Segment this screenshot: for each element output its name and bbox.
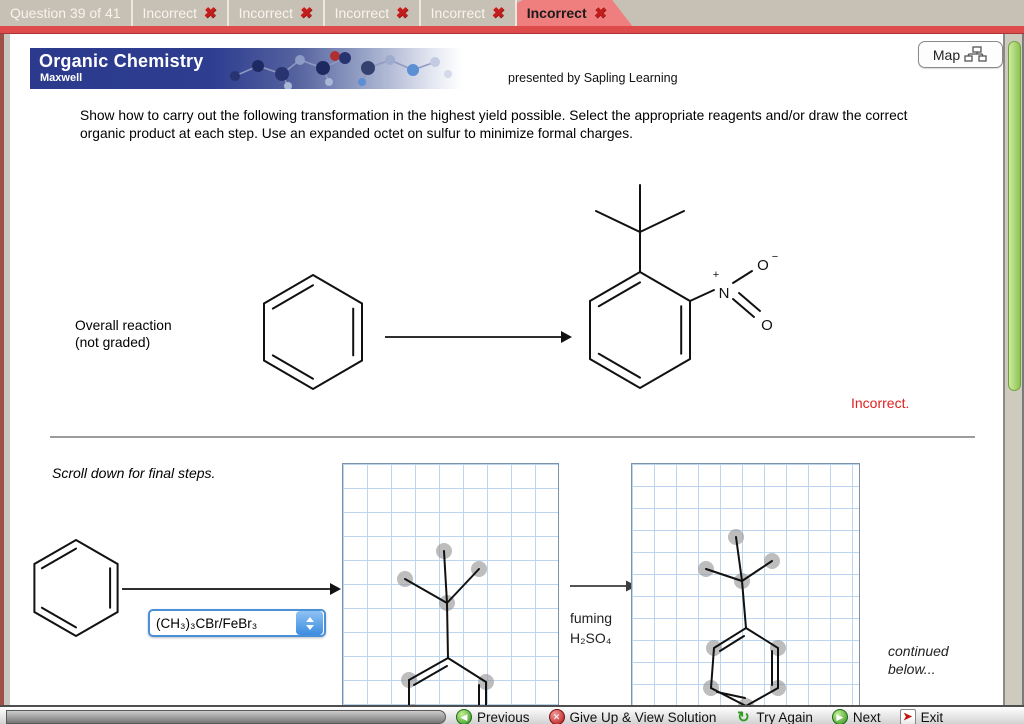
overall-reaction-line1: Overall reaction <box>75 318 172 333</box>
map-button-label: Map <box>932 46 961 63</box>
drawing-canvas-1[interactable] <box>342 463 559 720</box>
continued-below-note: continued below... <box>888 642 949 678</box>
dropdown-spinner-button[interactable] <box>296 611 323 635</box>
section-divider <box>50 436 975 438</box>
oxygen-top-label: O <box>757 257 769 274</box>
previous-label: Previous <box>477 709 530 724</box>
next-label: Next <box>852 709 881 724</box>
sitemap-icon <box>964 46 987 62</box>
reagent-dropdown[interactable]: (CH₃)₃CBr/FeBr₃ <box>148 609 326 637</box>
drawing-canvas-2[interactable] <box>631 463 860 714</box>
tab-label: Incorrect <box>430 5 486 21</box>
fuming-h2so4-label: fuming H₂SO₄ <box>570 608 612 648</box>
give-up-button[interactable]: ✕ Give Up & View Solution <box>548 709 717 724</box>
overall-reaction-line2: (not graded) <box>75 335 151 350</box>
continued-line2: below... <box>888 661 936 677</box>
product-structure: N + O − O <box>589 184 778 390</box>
footer-left-bar <box>6 710 446 724</box>
incorrect-x-icon: ✖ <box>299 4 314 22</box>
reagent-dropdown-value: (CH₃)₃CBr/FeBr₃ <box>156 615 258 631</box>
reaction-arrow <box>385 331 572 343</box>
question-tab-bar: Question 39 of 41 Incorrect ✖ Incorrect … <box>0 0 1024 26</box>
tab-label: Incorrect <box>142 5 197 21</box>
exit-icon: ➤ <box>899 709 916 724</box>
step-arrow-1 <box>122 583 341 595</box>
drawn-molecule-2 <box>698 529 786 714</box>
give-up-label: Give Up & View Solution <box>569 709 717 724</box>
previous-button[interactable]: ◀ Previous <box>456 709 530 724</box>
benzene-step-structure <box>33 538 119 638</box>
course-banner: Organic Chemistry Maxwell <box>30 48 462 89</box>
oxygen-minus-charge: − <box>772 251 778 263</box>
oxygen-bottom-label: O <box>761 317 773 334</box>
try-again-button[interactable]: ↻ Try Again <box>735 709 813 724</box>
course-title: Organic Chemistry <box>39 51 204 71</box>
incorrect-x-icon: ✖ <box>491 4 506 22</box>
fuming-line1: fuming <box>570 610 613 626</box>
next-icon: ▶ <box>831 709 848 724</box>
question-text: Show how to carry out the following tran… <box>80 108 908 141</box>
exit-button[interactable]: ➤ Exit <box>899 709 944 724</box>
try-again-label: Try Again <box>756 709 813 724</box>
tab-incorrect-1[interactable]: Incorrect ✖ <box>133 0 229 26</box>
incorrect-x-icon: ✖ <box>592 4 608 22</box>
tab-label: Incorrect <box>526 5 587 21</box>
continued-line1: continued <box>888 643 949 659</box>
spinner-down-icon <box>305 624 314 630</box>
spinner-up-icon <box>305 616 314 622</box>
drawn-molecule-1 <box>397 543 494 720</box>
tab-label: Incorrect <box>238 5 294 21</box>
scrollbar-thumb[interactable] <box>1008 41 1021 391</box>
course-subtitle: Maxwell <box>40 72 83 84</box>
previous-icon: ◀ <box>456 709 472 724</box>
map-button[interactable]: Map <box>918 41 1003 68</box>
step-arrow-2 <box>570 580 637 592</box>
navigation-bar: ◀ Previous ✕ Give Up & View Solution ↻ T… <box>0 705 1024 724</box>
give-up-icon: ✕ <box>548 709 565 724</box>
tab-bar-red-strip <box>0 26 1024 34</box>
tab-incorrect-2[interactable]: Incorrect ✖ <box>229 0 325 26</box>
presented-by-text: presented by Sapling Learning <box>508 71 678 85</box>
incorrect-x-icon: ✖ <box>395 4 410 22</box>
tab-label: Incorrect <box>334 5 390 21</box>
scroll-down-note: Scroll down for final steps. <box>52 465 216 481</box>
exit-label: Exit <box>920 709 944 724</box>
nitrogen-atom-label: N <box>719 285 730 302</box>
incorrect-x-icon: ✖ <box>203 4 218 22</box>
tab-incorrect-4[interactable]: Incorrect ✖ <box>421 0 517 26</box>
next-button[interactable]: ▶ Next <box>831 709 881 724</box>
nitrogen-plus-charge: + <box>713 269 719 281</box>
tab-incorrect-3[interactable]: Incorrect ✖ <box>325 0 421 26</box>
try-again-icon: ↻ <box>737 708 750 724</box>
overall-reaction-label: Overall reaction (not graded) <box>75 317 172 351</box>
tab-question-number[interactable]: Question 39 of 41 <box>0 0 133 26</box>
question-number-label: Question 39 of 41 <box>10 5 121 21</box>
incorrect-feedback: Incorrect. <box>851 395 910 411</box>
fuming-line2: H₂SO₄ <box>570 630 612 646</box>
benzene-reactant-structure <box>263 273 363 391</box>
tab-incorrect-active[interactable]: Incorrect ✖ <box>517 0 633 26</box>
app-window: Question 39 of 41 Incorrect ✖ Incorrect … <box>0 0 1024 724</box>
